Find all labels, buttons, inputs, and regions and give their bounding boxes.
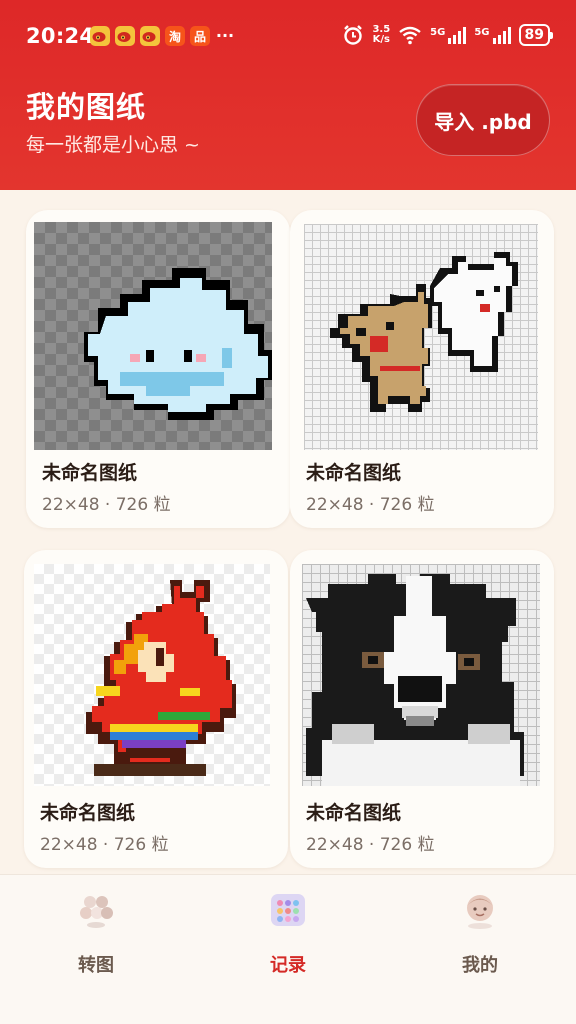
- import-button[interactable]: 导入 .pbd: [416, 84, 550, 156]
- net-speed: 3.5 K/s: [372, 24, 391, 45]
- signal-icon: 5G: [430, 26, 467, 44]
- pattern-name: 未命名图纸: [40, 802, 136, 824]
- bottom-nav: 转图 记录 我的: [0, 874, 576, 1024]
- nav-item-profile[interactable]: 我的: [420, 889, 540, 989]
- pattern-card[interactable]: 未命名图纸 22×48 · 726 粒: [26, 210, 290, 528]
- pattern-thumbnail: [302, 564, 540, 786]
- pattern-meta: 22×48 · 726 粒: [306, 495, 435, 515]
- pattern-meta: 22×48 · 726 粒: [40, 835, 169, 855]
- nav-label: 我的: [462, 955, 498, 976]
- header: 20:24 淘 品 ··· 3.5 K/s 5G 5G 89 我的图纸 每一张都…: [0, 0, 576, 190]
- nav-label: 转图: [78, 955, 114, 976]
- pattern-meta: 22×48 · 726 粒: [306, 835, 435, 855]
- pattern-card[interactable]: 未命名图纸 22×48 · 726 粒: [290, 210, 554, 528]
- pattern-card[interactable]: 未命名图纸 22×48 · 726 粒: [290, 550, 554, 868]
- pattern-meta: 22×48 · 726 粒: [42, 495, 171, 515]
- signal-icon: 5G: [474, 26, 511, 44]
- notification-icons: 淘 品 ···: [90, 26, 235, 46]
- page-title: 我的图纸: [26, 90, 147, 124]
- pattern-thumbnail: [304, 224, 538, 450]
- nav-label: 记录: [270, 955, 306, 976]
- taobao-icon: 淘: [165, 26, 185, 46]
- system-icons: 3.5 K/s 5G 5G 89: [342, 24, 554, 46]
- page-subtitle: 每一张都是小心思 ~: [26, 134, 200, 156]
- pattern-card[interactable]: 未命名图纸 22×48 · 726 粒: [24, 550, 288, 868]
- status-time: 20:24: [26, 24, 95, 48]
- app-icon: 品: [190, 26, 210, 46]
- weibo-icon: [115, 26, 135, 46]
- status-bar: 20:24 淘 品 ··· 3.5 K/s 5G 5G 89: [0, 0, 576, 72]
- wifi-icon: [399, 26, 421, 45]
- weibo-icon: [140, 26, 160, 46]
- beads-icon: [80, 896, 113, 928]
- alarm-icon: [344, 25, 363, 45]
- pattern-thumbnail: [34, 222, 272, 450]
- profile-icon: [467, 895, 493, 929]
- pattern-name: 未命名图纸: [306, 802, 402, 824]
- pattern-name: 未命名图纸: [306, 462, 402, 484]
- pattern-name: 未命名图纸: [42, 462, 138, 484]
- battery-icon: 89: [518, 24, 554, 46]
- weibo-icon: [90, 26, 110, 46]
- pattern-thumbnail: [34, 564, 270, 786]
- palette-icon: [271, 894, 305, 926]
- more-notifications-icon: ···: [215, 26, 235, 45]
- nav-item-records[interactable]: 记录: [228, 889, 348, 989]
- nav-item-convert[interactable]: 转图: [36, 889, 156, 989]
